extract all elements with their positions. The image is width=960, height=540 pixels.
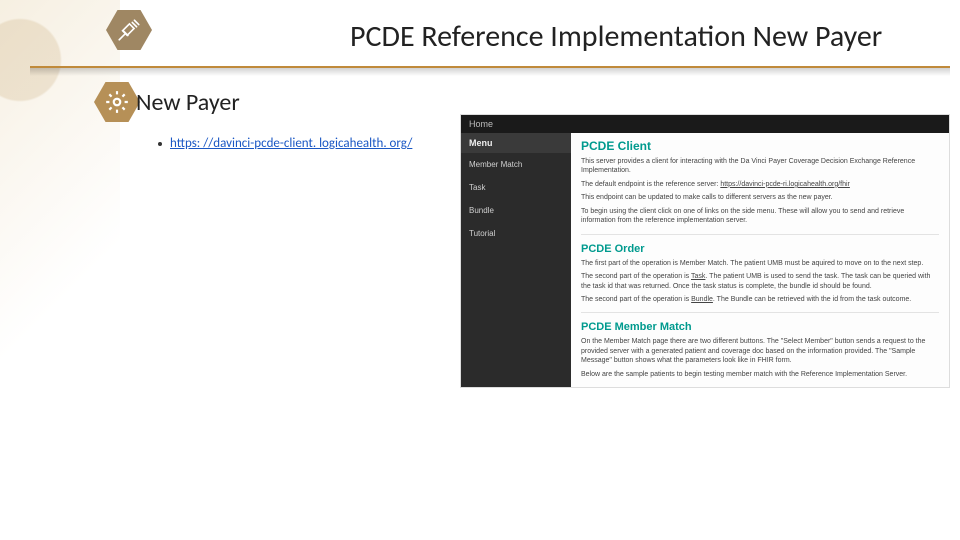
gear-hex-icon bbox=[94, 82, 140, 122]
reference-server-link[interactable]: https://davinci-pcde-ri.logicahealth.org… bbox=[720, 181, 850, 188]
pcde-client-p1: This server provides a client for intera… bbox=[581, 157, 939, 176]
pcde-order-p3-suffix: . The Bundle can be retrieved with the i… bbox=[713, 296, 911, 303]
pcde-match-p2: Below are the sample patients to begin t… bbox=[581, 370, 939, 379]
pcde-order-p1: The first part of the operation is Membe… bbox=[581, 259, 939, 268]
section-divider bbox=[581, 234, 939, 235]
syringe-hex-icon bbox=[106, 10, 152, 50]
pcde-client-p3: This endpoint can be updated to make cal… bbox=[581, 193, 939, 202]
slide-title: PCDE Reference Implementation New Payer bbox=[350, 18, 944, 55]
gear-icon bbox=[104, 89, 130, 115]
pcde-order-p3-prefix: The second part of the operation is bbox=[581, 296, 691, 303]
pcde-order-title: PCDE Order bbox=[581, 243, 939, 255]
menu-item-member-match[interactable]: Member Match bbox=[461, 153, 571, 176]
reference-link[interactable]: https: //davinci-pcde-client. logicaheal… bbox=[170, 136, 412, 151]
menu-item-task[interactable]: Task bbox=[461, 176, 571, 199]
decorative-background bbox=[0, 0, 120, 540]
pcde-order-p2-prefix: The second part of the operation is bbox=[581, 273, 691, 280]
section-divider-2 bbox=[581, 312, 939, 313]
pcde-match-title: PCDE Member Match bbox=[581, 321, 939, 333]
bullet-dot-icon bbox=[158, 142, 162, 146]
app-body: Menu Member Match Task Bundle Tutorial P… bbox=[461, 133, 949, 387]
section-heading: New Payer bbox=[136, 88, 240, 117]
app-topbar: Home bbox=[461, 115, 949, 133]
pcde-client-p2: The default endpoint is the reference se… bbox=[581, 180, 939, 189]
title-rule-shadow bbox=[30, 68, 950, 76]
order-task-link[interactable]: Task bbox=[691, 273, 705, 280]
pcde-client-p4: To begin using the client click on one o… bbox=[581, 207, 939, 226]
pcde-order-p2: The second part of the operation is Task… bbox=[581, 272, 939, 291]
embedded-app-screenshot: Home Menu Member Match Task Bundle Tutor… bbox=[460, 114, 950, 388]
bullet-row: https: //davinci-pcde-client. logicaheal… bbox=[158, 136, 412, 151]
menu-item-tutorial[interactable]: Tutorial bbox=[461, 222, 571, 245]
pcde-client-title: PCDE Client bbox=[581, 139, 939, 153]
menu-item-bundle[interactable]: Bundle bbox=[461, 199, 571, 222]
pcde-client-p2-prefix: The default endpoint is the reference se… bbox=[581, 181, 720, 188]
content-pane: PCDE Client This server provides a clien… bbox=[571, 133, 949, 387]
side-menu: Menu Member Match Task Bundle Tutorial bbox=[461, 133, 571, 387]
topbar-home-link[interactable]: Home bbox=[469, 119, 493, 129]
order-bundle-link[interactable]: Bundle bbox=[691, 296, 713, 303]
pcde-match-p1: On the Member Match page there are two d… bbox=[581, 337, 939, 365]
pcde-order-p3: The second part of the operation is Bund… bbox=[581, 295, 939, 304]
menu-header: Menu bbox=[461, 133, 571, 153]
syringe-icon bbox=[116, 17, 142, 43]
